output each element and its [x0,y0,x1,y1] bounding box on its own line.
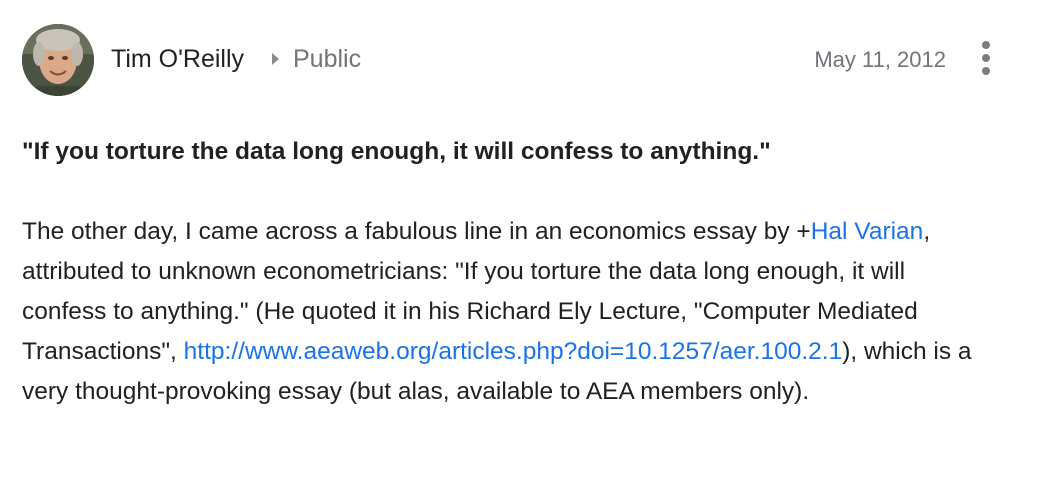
dot [982,67,990,75]
more-vert-icon[interactable] [975,38,997,78]
author-name[interactable]: Tim O'Reilly [111,45,244,74]
post-body: "If you torture the data long enough, it… [22,132,982,412]
dot [982,41,990,49]
post-quote: "If you torture the data long enough, it… [22,138,771,165]
post-header: Tim O'Reilly Public May 11, 2012 [22,24,1012,96]
post-paragraph: The other day, I came across a fabulous … [22,212,982,412]
author-avatar[interactable] [22,24,94,96]
mention-link[interactable]: Hal Varian [811,218,924,245]
post-date[interactable]: May 11, 2012 [814,47,946,73]
paragraph-text: The other day, I came across a fabulous … [22,218,811,245]
dot [982,54,990,62]
visibility-label[interactable]: Public [293,45,361,74]
post-card: Tim O'Reilly Public May 11, 2012 "If you… [0,0,1044,482]
article-link[interactable]: http://www.aeaweb.org/articles.php?doi=1… [184,338,843,365]
visibility-arrow-icon [272,53,279,65]
